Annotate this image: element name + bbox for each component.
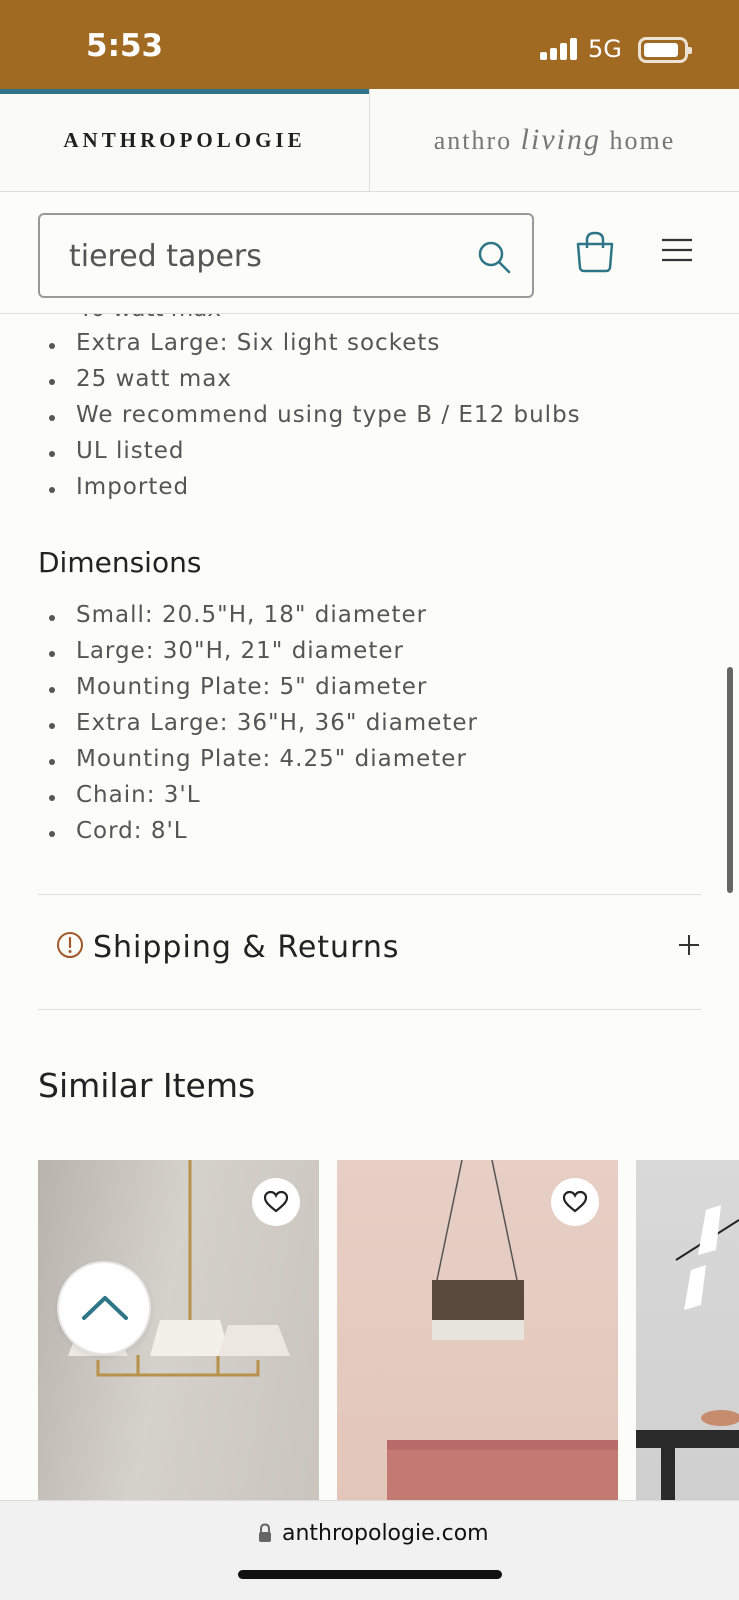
features-list: Extra Large: Six light sockets 25 watt m… — [38, 330, 581, 510]
favorite-button[interactable] — [252, 1178, 300, 1226]
browser-address-bar[interactable]: anthropologie.com — [0, 1500, 739, 1600]
shipping-returns-label: Shipping & Returns — [93, 930, 400, 965]
tab-anthropologie[interactable]: ANTHROPOLOGIE — [0, 89, 370, 191]
anthro-living-logo: anthro living home — [433, 123, 676, 156]
feature-item: UL listed — [38, 438, 581, 474]
heart-icon — [263, 1190, 289, 1213]
plus-icon[interactable] — [677, 933, 701, 957]
dimension-item: Mounting Plate: 4.25" diameter — [38, 746, 478, 782]
site-header: tiered tapers — [0, 192, 739, 314]
status-bar: 5:53 5G — [0, 0, 739, 89]
network-type: 5G — [588, 35, 622, 63]
status-time: 5:53 — [86, 28, 164, 64]
divider — [38, 1009, 701, 1010]
similar-item-card[interactable] — [636, 1160, 739, 1500]
signal-icon — [540, 38, 578, 60]
url-text: anthropologie.com — [282, 1521, 489, 1546]
modern-pendant-image — [636, 1205, 739, 1500]
chevron-up-icon — [82, 1296, 128, 1320]
similar-items-heading: Similar Items — [38, 1066, 256, 1105]
anthropologie-logo: ANTHROPOLOGIE — [63, 127, 306, 152]
battery-icon — [638, 37, 692, 63]
search-query: tiered tapers — [69, 239, 262, 274]
dimensions-list: Small: 20.5"H, 18" diameter Large: 30"H,… — [38, 602, 478, 854]
dimension-item: Cord: 8'L — [38, 818, 478, 854]
heart-icon — [562, 1190, 588, 1213]
feature-item-clipped: 40 watt max — [76, 314, 221, 322]
dimension-item: Small: 20.5"H, 18" diameter — [38, 602, 478, 638]
lock-icon — [259, 1523, 271, 1542]
alert-circle-icon — [57, 932, 83, 958]
shipping-returns-accordion[interactable]: Shipping & Returns — [38, 895, 701, 1009]
feature-item: 25 watt max — [38, 366, 581, 402]
feature-item: Imported — [38, 474, 581, 510]
tab-anthro-living-home[interactable]: anthro living home — [370, 89, 739, 191]
home-indicator — [238, 1570, 502, 1579]
search-input[interactable]: tiered tapers — [38, 213, 534, 298]
hamburger-icon[interactable] — [661, 236, 693, 264]
dimension-item: Mounting Plate: 5" diameter — [38, 674, 478, 710]
dimension-item: Extra Large: 36"H, 36" diameter — [38, 710, 478, 746]
search-icon[interactable] — [476, 239, 512, 275]
product-details: 40 watt max Extra Large: Six light socke… — [0, 314, 739, 1500]
feature-item: We recommend using type B / E12 bulbs — [38, 402, 581, 438]
feature-item: Extra Large: Six light sockets — [38, 330, 581, 366]
dimension-item: Chain: 3'L — [38, 782, 478, 818]
back-to-top-button[interactable] — [57, 1261, 151, 1355]
bag-icon[interactable] — [573, 230, 617, 274]
favorite-button[interactable] — [551, 1178, 599, 1226]
similar-item-card[interactable] — [337, 1160, 618, 1500]
page-scrollbar[interactable] — [727, 667, 733, 893]
dimension-item: Large: 30"H, 21" diameter — [38, 638, 478, 674]
dimensions-heading: Dimensions — [38, 546, 202, 579]
brand-tabs: ANTHROPOLOGIE anthro living home — [0, 89, 739, 192]
